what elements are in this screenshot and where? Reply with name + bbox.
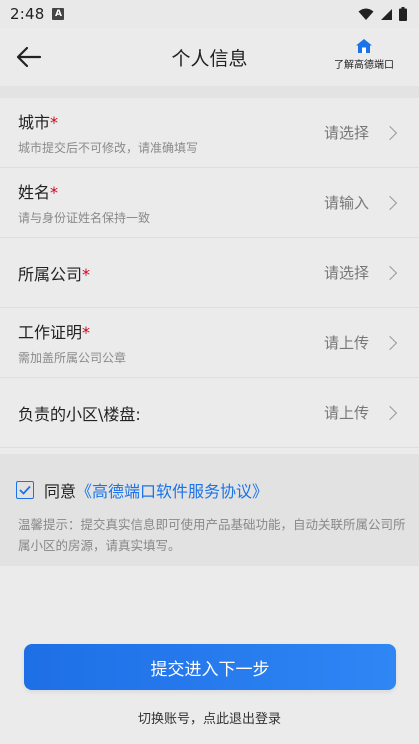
agreement-line: 同意 《高德端口软件服务协议》 [16,478,268,502]
app-header: 个人信息 了解高德端口 [0,28,419,86]
chevron-right-icon [382,405,398,420]
status-icons [358,7,407,21]
required-mark: * [50,183,59,202]
back-button[interactable] [14,42,44,72]
work-proof-upload-value[interactable]: 请上传 [324,332,369,353]
chevron-right-icon [382,265,398,280]
status-bar: 2:48 A [0,0,419,28]
city-select-value[interactable]: 请选择 [324,122,369,143]
required-mark: * [82,264,91,284]
field-hint: 需加盖所属公司公章 [18,351,127,365]
chevron-right-icon [382,125,398,140]
required-mark: * [50,113,59,132]
chevron-right-icon [382,195,398,210]
form-row-community[interactable]: 负责的小区\楼盘: 请上传 [0,378,419,448]
learn-more-link[interactable]: 了解高德端口 [329,38,399,71]
notification-badge: A [52,8,65,20]
check-icon [19,485,31,495]
field-label: 所属公司* [18,264,91,284]
switch-account-link[interactable]: 切换账号，点此退出登录 [0,708,419,727]
submit-button[interactable]: 提交进入下一步 [24,644,396,690]
field-label: 城市* [18,113,59,132]
agreement-checkbox[interactable] [16,481,34,499]
required-mark: * [82,323,91,342]
learn-more-label: 了解高德端口 [334,60,394,71]
agreement-section: 同意 《高德端口软件服务协议》 温馨提示：提交真实信息即可使用产品基础功能，自动… [0,454,419,566]
arrow-left-icon [16,46,42,68]
tip-text: 温馨提示：提交真实信息即可使用产品基础功能，自动关联所属公司所属小区的房源，请真… [18,517,406,553]
field-hint: 城市提交后不可修改，请准确填写 [18,141,199,155]
form-row-work-proof[interactable]: 工作证明* 需加盖所属公司公章 请上传 [0,308,419,378]
field-hint: 请与身份证姓名保持一致 [18,211,151,225]
home-icon [356,39,372,53]
status-time: 2:48 [10,5,45,23]
field-label: 工作证明* [18,323,91,342]
agreement-link[interactable]: 《高德端口软件服务协议》 [76,478,268,502]
chevron-right-icon [382,335,398,350]
wifi-icon [358,8,374,20]
form-row-company[interactable]: 所属公司* 请选择 [0,238,419,308]
section-divider [0,86,419,98]
name-input-value[interactable]: 请输入 [324,192,369,213]
signal-icon [381,8,392,20]
battery-icon [399,7,407,21]
form-row-city[interactable]: 城市* 城市提交后不可修改，请准确填写 请选择 [0,98,419,168]
form-row-name[interactable]: 姓名* 请与身份证姓名保持一致 请输入 [0,168,419,238]
field-label: 负责的小区\楼盘: [18,404,141,424]
community-upload-value[interactable]: 请上传 [324,402,369,423]
company-select-value[interactable]: 请选择 [324,262,369,283]
info-form: 城市* 城市提交后不可修改，请准确填写 请选择 姓名* 请与身份证姓名保持一致 … [0,98,419,448]
agreement-prefix: 同意 [44,482,77,501]
field-label: 姓名* [18,183,59,202]
